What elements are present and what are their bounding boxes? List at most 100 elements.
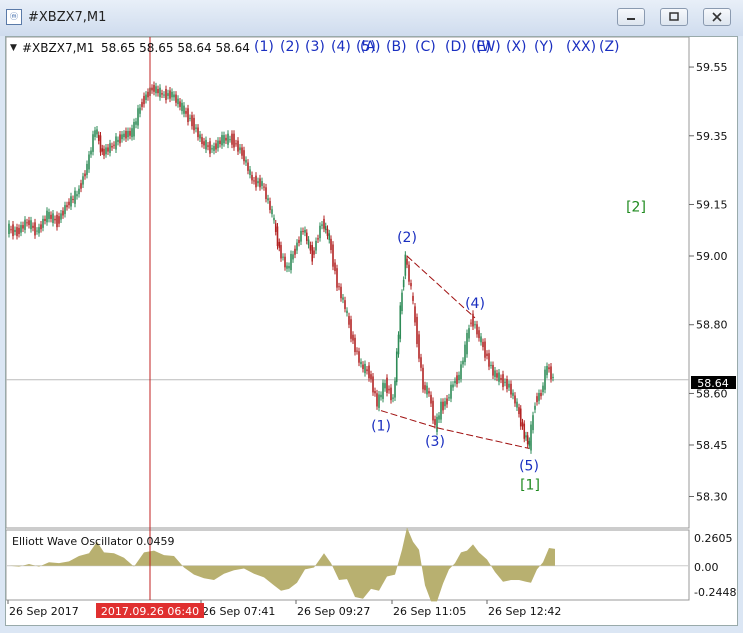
degree-label[interactable]: [2]: [626, 199, 646, 215]
price-bar-body: [528, 440, 531, 446]
price-bar-body: [209, 141, 211, 154]
price-bar-body: [253, 180, 255, 182]
price-bar-body: [530, 424, 532, 451]
price-bar-body: [255, 175, 257, 188]
price-bar-body: [173, 94, 175, 98]
price-bar-body: [286, 265, 288, 269]
restore-button[interactable]: [660, 8, 688, 26]
restore-icon: [669, 12, 679, 21]
price-bar-body: [388, 388, 390, 391]
oscillator-area: [526, 565, 531, 583]
current-price-value: 58.64: [697, 377, 729, 390]
price-bar-body: [181, 102, 183, 112]
price-bar-body: [119, 134, 121, 144]
price-bar-body: [265, 187, 267, 199]
oscillator-area: [549, 547, 555, 566]
price-bar-body: [540, 392, 542, 397]
price-bar-body: [392, 397, 394, 399]
oscillator-area: [355, 565, 363, 599]
symbol-label: #XBZX7,M1: [22, 41, 94, 55]
price-bar-body: [205, 139, 207, 150]
price-bar-body: [426, 385, 428, 395]
price-bar-body: [484, 341, 486, 358]
price-bar-body: [307, 239, 310, 246]
price-bar-body: [105, 147, 107, 155]
price-bar-body: [153, 84, 155, 92]
price-bar-body: [249, 169, 251, 175]
chart-menu-arrow-icon[interactable]: ▼: [10, 43, 17, 53]
wave-label[interactable]: (4): [465, 296, 485, 312]
wave-label[interactable]: (3): [425, 434, 445, 450]
price-bar-body: [263, 186, 265, 188]
chart-window[interactable]: 59.55 59.35 59.15 59.00 58.80 58.60 58.45 58.30…: [5, 36, 738, 626]
price-bar-body: [321, 224, 323, 226]
price-bar-body: [410, 283, 412, 287]
degree-label[interactable]: [1]: [520, 478, 540, 494]
price-bar-body: [406, 258, 408, 265]
price-bar-body: [354, 337, 356, 353]
price-bar-body: [420, 357, 422, 368]
price-bar-body: [500, 377, 502, 380]
price-bar-body: [397, 334, 400, 355]
price-bar-body: [185, 111, 187, 114]
wave-tab-button[interactable]: (B): [386, 39, 407, 55]
price-bar-body: [382, 382, 384, 399]
price-bar-body: [125, 130, 127, 139]
price-bar-body: [48, 212, 50, 219]
price-plot-area[interactable]: [5, 36, 690, 529]
price-bar-body: [10, 229, 12, 231]
price-bar-body: [328, 233, 331, 241]
price-bar-body: [115, 136, 117, 150]
price-bar-body: [446, 398, 448, 405]
price-bar-body: [109, 143, 111, 153]
price-bar-body: [56, 214, 58, 228]
price-bar-body: [88, 154, 90, 170]
minimize-icon: [627, 18, 635, 20]
wave-tab-button[interactable]: (2): [280, 39, 300, 55]
ohlc-values: 58.65 58.65 58.64 58.64: [101, 41, 250, 55]
price-bar-body: [516, 401, 518, 408]
y-tick-label: 59.00: [696, 250, 728, 263]
price-bar-body: [227, 133, 229, 145]
price-bar-body: [502, 374, 504, 387]
price-bar-body: [211, 148, 213, 150]
wave-label[interactable]: (2): [397, 230, 417, 246]
price-bar-body: [16, 227, 18, 237]
close-button[interactable]: [703, 8, 731, 26]
price-bar-body: [107, 147, 109, 152]
wave-label[interactable]: (5): [519, 458, 539, 474]
price-bar-body: [97, 134, 100, 141]
wave-tab-button[interactable]: (1): [254, 39, 274, 55]
wave-tab-button[interactable]: (Z): [599, 39, 620, 55]
oscillator-area: [387, 565, 395, 577]
price-bar-body: [444, 401, 446, 407]
price-bar-body: [402, 279, 405, 288]
wave-tab-button[interactable]: (Y): [534, 39, 553, 55]
price-bar-body: [32, 225, 34, 228]
oscillator-area: [144, 550, 154, 566]
wave-label[interactable]: (1): [371, 419, 391, 435]
wave-tab-button[interactable]: (X): [506, 39, 527, 55]
price-bar-body: [374, 391, 376, 394]
x-tick-label: 26 Sep 2017: [9, 605, 79, 618]
price-bar-body: [300, 230, 302, 242]
price-bar-body: [284, 256, 286, 268]
wave-tab-button[interactable]: (W): [476, 39, 501, 55]
wave-tab-button[interactable]: (XX): [566, 39, 596, 55]
x-tick-label: 26 Sep 12:42: [488, 605, 561, 618]
price-bar-body: [46, 210, 48, 223]
price-bar-body: [350, 319, 352, 339]
wave-tab-button[interactable]: (4): [331, 39, 351, 55]
minimize-button[interactable]: [617, 8, 645, 26]
price-bar-body: [94, 130, 96, 137]
price-bar-body: [82, 176, 84, 185]
wave-tab-button[interactable]: (C): [415, 39, 436, 55]
price-chart[interactable]: 59.5559.3559.1559.0058.8058.6058.4558.30…: [5, 36, 737, 625]
wave-tab-button[interactable]: (A): [360, 39, 381, 55]
price-bar-body: [288, 265, 290, 269]
wave-tab-button[interactable]: (D): [445, 39, 467, 55]
price-bar-body: [372, 376, 374, 393]
price-bar-body: [364, 363, 366, 374]
wave-tab-button[interactable]: (3): [305, 39, 325, 55]
price-bar-body: [486, 353, 488, 356]
